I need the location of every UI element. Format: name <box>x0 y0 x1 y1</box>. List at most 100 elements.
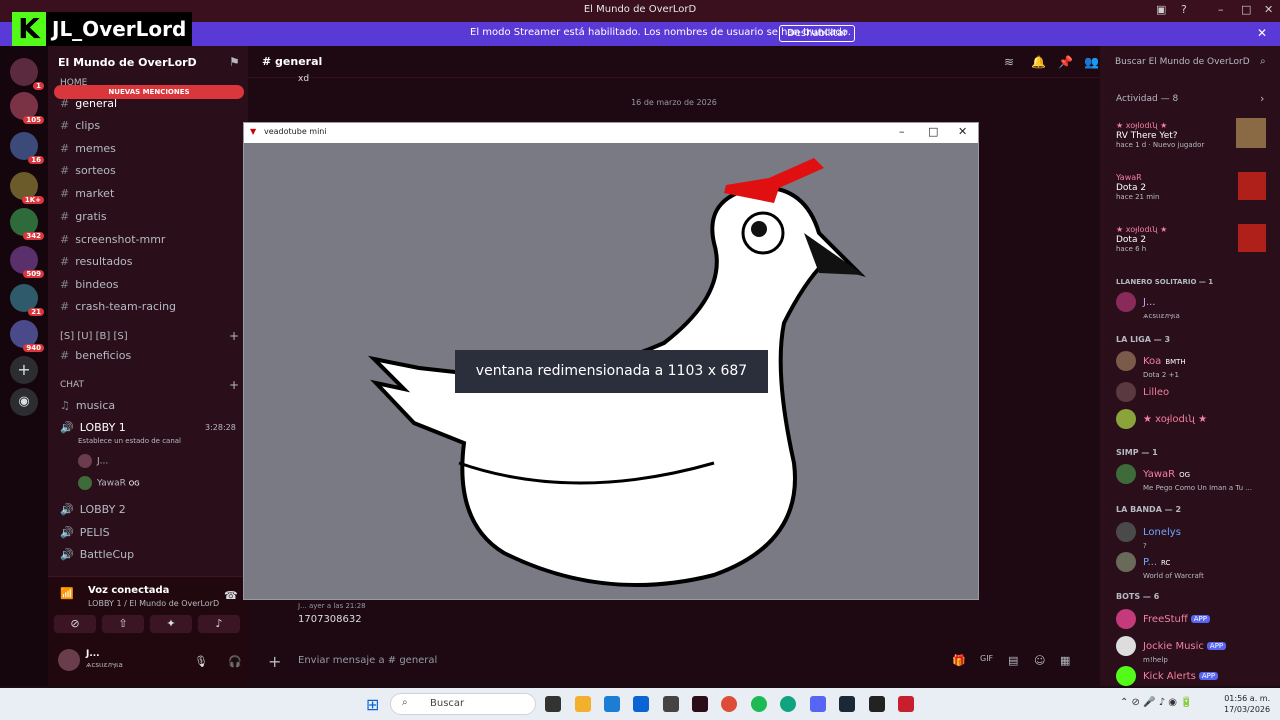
member-row[interactable]: Lilleo <box>1116 382 1169 402</box>
channel-resultados[interactable]: # resultados <box>60 255 133 268</box>
channel-gratis[interactable]: # gratis <box>60 210 107 223</box>
chrome-icon[interactable] <box>721 696 737 712</box>
obs-icon[interactable] <box>869 696 885 712</box>
voice-channel-pelis[interactable]: 🔊 PELIS <box>60 526 110 539</box>
task-view-icon[interactable] <box>545 696 561 712</box>
file-explorer-icon[interactable] <box>575 696 591 712</box>
server-icon[interactable]: 16 <box>10 132 44 164</box>
disconnect-icon[interactable]: ☎ <box>224 589 238 602</box>
voice-user[interactable]: J... <box>78 454 108 468</box>
channel-musica[interactable]: ♫ musica <box>60 399 115 412</box>
app-icon[interactable] <box>692 696 708 712</box>
server-icon[interactable]: 1K+ <box>10 172 44 204</box>
soundboard-icon[interactable]: ♪ <box>198 615 240 633</box>
gift-icon[interactable]: 🎁 <box>952 654 966 667</box>
member-row[interactable]: Kick Alerts APP <box>1116 666 1219 686</box>
veadotube-window[interactable]: ▼ veadotube mini – □ ✕ ventana redimensi… <box>243 122 979 600</box>
search-input[interactable]: Buscar El Mundo de OverLorD <box>1108 54 1272 72</box>
snipping-tool-icon[interactable] <box>663 696 679 712</box>
add-channel-icon[interactable]: + <box>229 378 239 392</box>
outlook-icon[interactable] <box>633 696 649 712</box>
member-row[interactable]: Lonelys? <box>1116 522 1181 550</box>
help-icon[interactable]: ? <box>1181 3 1187 16</box>
member-row[interactable]: Koa BMTH Dota 2 +1 <box>1116 351 1186 379</box>
taskbar-search[interactable]: Buscar <box>390 693 536 715</box>
server-name[interactable]: El Mundo de OverLorD <box>58 56 197 69</box>
spotify-icon[interactable] <box>751 696 767 712</box>
window-titlebar[interactable]: ▼ veadotube mini – □ ✕ <box>244 123 978 143</box>
screen-share-icon[interactable]: ⇧ <box>102 615 144 633</box>
emoji-icon[interactable]: ☺ <box>1034 654 1045 667</box>
threads-icon[interactable]: ≋ <box>1004 55 1014 69</box>
sticker-icon[interactable]: ▤ <box>1008 654 1018 667</box>
gif-icon[interactable]: GIF <box>980 654 993 663</box>
maximize-icon[interactable]: □ <box>1241 3 1251 16</box>
camera-off-icon[interactable]: ⊘ <box>54 615 96 633</box>
server-icon[interactable]: 21 <box>10 284 44 316</box>
activity-card[interactable]: YawaR Dota 2 hace 21 min <box>1116 170 1159 201</box>
inbox-icon[interactable]: ▣ <box>1156 3 1166 16</box>
voice-channel-lobby-1[interactable]: 🔊 LOBBY 1 <box>60 421 126 434</box>
channel-bindeos[interactable]: # bindeos <box>60 278 118 291</box>
server-icon[interactable]: 509 <box>10 246 44 278</box>
activities-icon[interactable]: ✦ <box>150 615 192 633</box>
member-row[interactable]: J... ѧcsɩɩɛлӌɩa <box>1116 292 1180 320</box>
activity-card[interactable]: ★ xoɟlodɩʯ ★ RV There Yet? hace 1 d · Nuev… <box>1116 118 1204 149</box>
voice-user[interactable]: YawaR OG <box>78 476 140 490</box>
maximize-icon[interactable]: □ <box>928 125 938 138</box>
minimize-icon[interactable]: – <box>1218 3 1224 16</box>
microphone-icon[interactable]: 🎙 <box>194 655 208 668</box>
bell-icon[interactable]: 🔔 <box>1031 55 1046 69</box>
close-icon[interactable]: ✕ <box>1264 3 1273 16</box>
chatgpt-icon[interactable] <box>780 696 796 712</box>
pin-icon[interactable]: 📌 <box>1058 55 1073 69</box>
discord-icon[interactable] <box>810 696 826 712</box>
voice-channel-lobby-2[interactable]: 🔊 LOBBY 2 <box>60 503 126 516</box>
apps-icon[interactable]: ▦ <box>1060 654 1070 667</box>
discover-icon[interactable]: ◉ <box>10 388 38 416</box>
channel-screenshot-mmr[interactable]: # screenshot-mmr <box>60 233 165 246</box>
channel-memes[interactable]: # memes <box>60 142 116 155</box>
member-row[interactable]: ★ xoɟlodɩʯ ★ <box>1116 409 1207 429</box>
tray-icons[interactable]: ⌃ ⊘ 🎤 ♪ ◉ 🔋 <box>1120 697 1193 708</box>
veadotube-icon[interactable] <box>898 696 914 712</box>
channel-general[interactable]: # general <box>60 97 117 110</box>
member-row[interactable]: Jockie Music APP m!help <box>1116 636 1227 664</box>
channel-market[interactable]: # market <box>60 187 114 200</box>
server-icon[interactable]: 940 <box>10 320 44 352</box>
store-icon[interactable] <box>604 696 620 712</box>
close-banner-icon[interactable]: ✕ <box>1257 26 1267 40</box>
voice-connected-channel[interactable]: LOBBY 1 / El Mundo de OverLorD <box>88 599 219 608</box>
attach-icon[interactable]: + <box>268 652 281 671</box>
windows-start-icon[interactable]: ⊞ <box>366 695 379 714</box>
channel-sorteos[interactable]: # sorteos <box>60 164 116 177</box>
voice-channel-battlecup[interactable]: 🔊 BattleCup <box>60 548 134 561</box>
message-composer[interactable]: + Enviar mensaje a # general 🎁 GIF ▤ ☺ ▦ <box>262 650 1092 674</box>
close-icon[interactable]: ✕ <box>958 125 967 138</box>
member-row[interactable]: YawaR OG Me Pego Como Un Iman a Tu ... <box>1116 464 1252 492</box>
chevron-right-icon[interactable]: › <box>1260 92 1264 105</box>
channel-clips[interactable]: # clips <box>60 119 100 132</box>
signal-icon[interactable]: 📶 <box>60 587 74 600</box>
activity-card[interactable]: ★ xoɟlodɩʯ ★ Dota 2 hace 6 h <box>1116 222 1167 253</box>
invite-icon[interactable]: ⚑ <box>229 55 240 69</box>
headphones-icon[interactable]: 🎧 <box>228 655 242 668</box>
add-channel-icon[interactable]: + <box>229 329 239 343</box>
member-row[interactable]: FreeStuff APP <box>1116 609 1210 629</box>
members-icon[interactable]: 👥 <box>1084 55 1099 69</box>
category-subs[interactable]: [S] [U] [B] [S] <box>60 331 128 342</box>
server-icon[interactable]: 342 <box>10 208 44 240</box>
channel-crash-team-racing[interactable]: # crash-team-racing <box>60 300 176 313</box>
system-clock[interactable]: 01:56 a. m. 17/03/2026 <box>1224 693 1270 715</box>
server-icon[interactable]: 105 <box>10 92 44 124</box>
disable-streamer-button[interactable]: Deshabilitar <box>779 25 856 42</box>
server-icon[interactable]: 1 <box>10 58 44 90</box>
message-input[interactable]: Enviar mensaje a # general <box>298 655 437 666</box>
user-panel[interactable]: J... ѧcsɩɩɛлӌɩa <box>58 649 123 671</box>
channel-beneficios[interactable]: # beneficios <box>60 349 131 362</box>
minimize-icon[interactable]: – <box>899 125 905 138</box>
member-row[interactable]: P... RC World of Warcraft <box>1116 552 1204 580</box>
channel-status-prompt[interactable]: Establece un estado de canal <box>78 437 181 445</box>
steam-icon[interactable] <box>839 696 855 712</box>
category-chat[interactable]: CHAT <box>60 380 84 390</box>
